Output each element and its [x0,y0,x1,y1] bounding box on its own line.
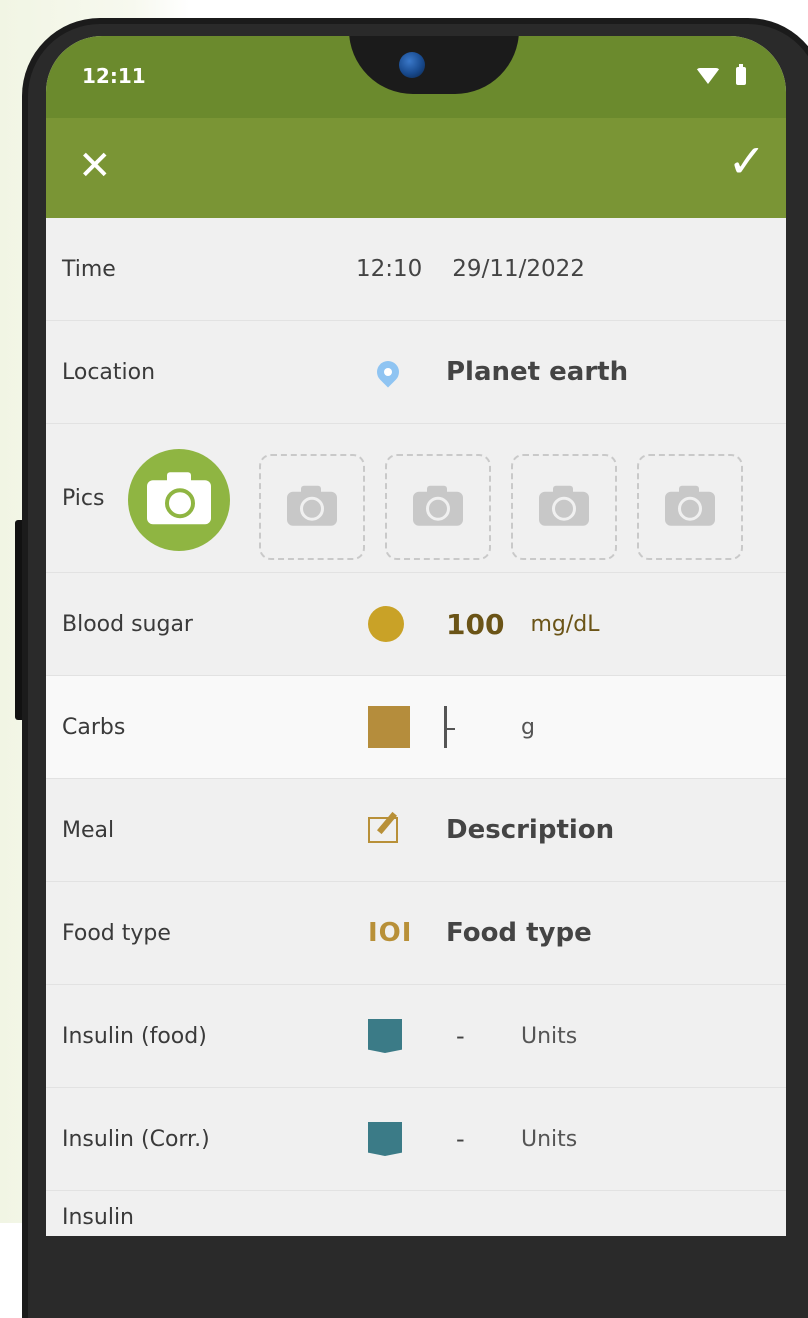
app-screen: 12:11 ✕ ✓ Time 12:10 29/11/2022 Location… [46,36,786,1236]
blood-sugar-dot-icon [368,606,404,642]
close-icon[interactable]: ✕ [78,146,112,186]
row-insulin-corr[interactable]: Insulin (Corr.) - Units [46,1088,786,1191]
row-food-type[interactable]: Food type IOI Food type [46,882,786,985]
row-time[interactable]: Time 12:10 29/11/2022 [46,218,786,321]
row-location[interactable]: Location Planet earth [46,321,786,424]
carbs-square-icon [368,706,410,748]
insulin-food-label: Insulin (food) [62,1023,207,1049]
wifi-icon [695,67,720,84]
carbs-unit: g [521,714,535,740]
blood-sugar-number: 100 [446,607,505,641]
food-type-label: Food type [62,920,171,946]
battery-icon [736,63,746,85]
carbs-label: Carbs [62,714,126,740]
meal-label: Meal [62,817,115,843]
meal-description[interactable]: Description [446,779,614,881]
utensils-icon: IOI [368,918,413,948]
camera-button[interactable] [128,449,230,551]
location-label: Location [62,359,156,385]
insulin-food-value[interactable]: - [456,985,465,1087]
photo-slot-4[interactable] [637,454,743,560]
row-blood-sugar[interactable]: Blood sugar 100 mg/dL [46,573,786,676]
date-field[interactable]: 29/11/2022 [452,256,585,282]
front-camera [399,52,425,78]
camera-icon [287,485,337,526]
entry-form: Time 12:10 29/11/2022 Location Planet ea… [46,218,786,1236]
row-insulin-more[interactable]: Insulin [46,1191,786,1236]
blood-sugar-value[interactable]: 100 mg/dL [446,573,599,675]
insulin-pen-icon [368,1019,402,1053]
insulin-pen-icon [368,1122,402,1156]
blood-sugar-unit: mg/dL [530,611,600,637]
status-time: 12:11 [82,64,146,88]
insulin-corr-unit: Units [521,1126,578,1152]
insulin-more-label: Insulin [62,1205,135,1230]
food-type-value[interactable]: Food type [446,882,592,984]
status-bar: 12:11 [46,36,786,118]
time-value[interactable]: 12:10 29/11/2022 [356,218,585,320]
row-meal[interactable]: Meal Description [46,779,786,882]
check-icon[interactable]: ✓ [727,138,766,184]
camera-icon [413,485,463,526]
notch [349,36,519,94]
status-icons [695,62,746,86]
photo-slot-2[interactable] [385,454,491,560]
row-insulin-food[interactable]: Insulin (food) - Units [46,985,786,1088]
carbs-input[interactable] [444,706,455,748]
row-carbs[interactable]: Carbs g [46,676,786,779]
location-pin-icon [372,356,404,388]
insulin-corr-value[interactable]: - [456,1088,465,1190]
insulin-corr-label: Insulin (Corr.) [62,1126,210,1152]
photo-slot-3[interactable] [511,454,617,560]
camera-icon [665,485,715,526]
meal-edit-icon [368,817,398,843]
location-value[interactable]: Planet earth [446,321,628,423]
insulin-food-unit: Units [521,1023,578,1049]
camera-icon [147,472,211,525]
photo-slot-1[interactable] [259,454,365,560]
row-pics: Pics [46,424,786,573]
camera-icon [539,485,589,526]
time-label: Time [62,256,116,282]
toolbar: ✕ ✓ [46,118,786,218]
blood-sugar-label: Blood sugar [62,611,193,637]
pics-label: Pics [62,485,105,511]
time-field[interactable]: 12:10 [356,256,422,282]
